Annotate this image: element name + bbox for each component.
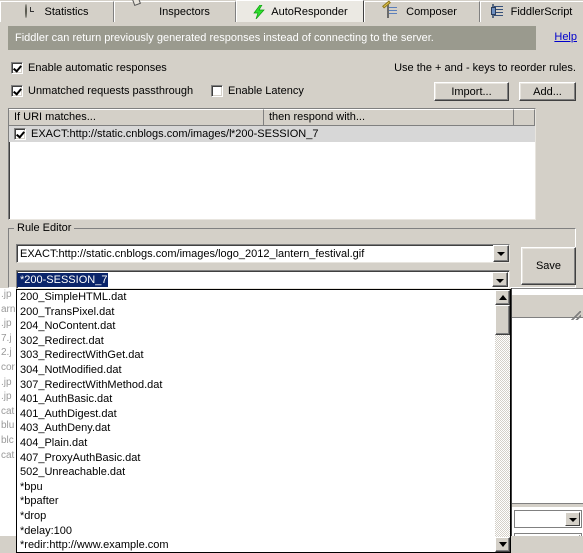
dropdown-item[interactable]: 304_NotModified.dat bbox=[17, 363, 510, 378]
dropdown-item[interactable]: 407_ProxyAuthBasic.dat bbox=[17, 451, 510, 466]
dropdown-item[interactable]: *delay:100 bbox=[17, 524, 510, 539]
checkbox-box bbox=[11, 62, 23, 74]
response-combo[interactable]: *200-SESSION_7 bbox=[16, 270, 510, 289]
reorder-rules-hint: Use the + and - keys to reorder rules. bbox=[394, 62, 576, 74]
background-panel-header bbox=[512, 294, 583, 320]
tab-statistics[interactable]: Statistics bbox=[0, 1, 114, 22]
checkbox-box bbox=[11, 85, 23, 97]
tab-label: Statistics bbox=[44, 6, 89, 18]
rule-editor-title: Rule Editor bbox=[14, 222, 75, 234]
rule-respond-text: *200-SESSION_7 bbox=[231, 128, 319, 140]
table-row[interactable]: EXACT:http://static.cnblogs.com/images/l… bbox=[9, 126, 535, 142]
column-header-spacer bbox=[514, 109, 535, 126]
dropdown-item[interactable]: 204_NoContent.dat bbox=[17, 319, 510, 334]
dropdown-item[interactable]: 401_AuthDigest.dat bbox=[17, 407, 510, 422]
rule-enabled-checkbox[interactable] bbox=[14, 128, 26, 140]
bolt-icon bbox=[252, 4, 266, 19]
enable-latency-checkbox[interactable]: Enable Latency bbox=[211, 85, 304, 97]
tab-fiddlerscript[interactable]: FiddlerScript bbox=[480, 1, 583, 22]
inspector-icon bbox=[140, 5, 154, 19]
checkbox-label: Unmatched requests passthrough bbox=[28, 85, 194, 97]
autoresponder-window: .jp arn .jp 7.j 2.j cor .jp .jp cat blu blc cat Sta… bbox=[0, 0, 583, 553]
info-banner: Fiddler can return previously generated … bbox=[8, 26, 536, 50]
dropdown-item[interactable]: 200_TransPixel.dat bbox=[17, 305, 510, 320]
rules-table-header: If URI matches... then respond with... bbox=[9, 109, 535, 126]
resize-grip-icon bbox=[571, 311, 581, 320]
dropdown-item[interactable]: 404_Plain.dat bbox=[17, 436, 510, 451]
dropdown-scrollbar[interactable] bbox=[495, 289, 511, 553]
help-link[interactable]: Help bbox=[554, 31, 577, 43]
dropdown-item[interactable]: 502_Unreachable.dat bbox=[17, 465, 510, 480]
enable-automatic-responses-checkbox[interactable]: Enable automatic responses bbox=[11, 62, 167, 74]
tab-label: AutoResponder bbox=[271, 5, 348, 18]
tab-inspectors[interactable]: Inspectors bbox=[114, 1, 236, 22]
background-divider bbox=[512, 503, 583, 507]
tab-composer[interactable]: Composer bbox=[364, 1, 480, 22]
main-tab-bar: Statistics Inspectors AutoResponder Comp… bbox=[0, 0, 583, 22]
chevron-down-icon[interactable] bbox=[492, 272, 508, 287]
dropdown-item[interactable]: *bpu bbox=[17, 480, 510, 495]
scrollbar-track[interactable] bbox=[495, 305, 510, 537]
checkbox-label: Enable Latency bbox=[228, 85, 304, 97]
uri-match-combo[interactable]: EXACT:http://static.cnblogs.com/images/l… bbox=[16, 244, 510, 263]
dropdown-item[interactable]: 307_RedirectWithMethod.dat bbox=[17, 378, 510, 393]
dropdown-item[interactable]: *redir:http://www.example.com bbox=[17, 538, 510, 552]
background-combo-1 bbox=[514, 510, 582, 528]
tab-label: FiddlerScript bbox=[510, 6, 573, 18]
response-value: *200-SESSION_7 bbox=[17, 272, 109, 287]
save-button[interactable]: Save bbox=[521, 247, 576, 285]
composer-icon bbox=[387, 4, 401, 19]
dropdown-item[interactable]: *drop bbox=[17, 509, 510, 524]
dropdown-item[interactable]: 401_AuthBasic.dat bbox=[17, 392, 510, 407]
rules-table[interactable]: If URI matches... then respond with... E… bbox=[8, 108, 536, 220]
scroll-up-button[interactable] bbox=[495, 290, 510, 305]
uri-match-value: EXACT:http://static.cnblogs.com/images/l… bbox=[20, 247, 365, 260]
checkbox-box bbox=[211, 85, 223, 97]
column-header-uri[interactable]: If URI matches... bbox=[9, 109, 264, 126]
import-button[interactable]: Import... bbox=[434, 82, 509, 101]
response-dropdown-list[interactable]: 200_SimpleHTML.dat 200_TransPixel.dat 204_… bbox=[16, 289, 511, 553]
tab-label: Inspectors bbox=[159, 6, 210, 18]
background-right-panel bbox=[511, 278, 583, 553]
chevron-down-icon[interactable] bbox=[493, 245, 509, 262]
clock-icon bbox=[25, 4, 39, 19]
scrollbar-thumb[interactable] bbox=[495, 305, 510, 335]
script-icon bbox=[491, 4, 506, 19]
info-banner-text: Fiddler can return previously generated … bbox=[15, 32, 434, 44]
chevron-down-icon bbox=[565, 512, 580, 526]
column-header-respond[interactable]: then respond with... bbox=[264, 109, 514, 126]
tab-label: Composer bbox=[406, 6, 457, 18]
dropdown-item[interactable]: 200_SimpleHTML.dat bbox=[17, 290, 510, 305]
add-button[interactable]: Add... bbox=[519, 82, 576, 101]
rule-match-text: EXACT:http://static.cnblogs.com/images/l… bbox=[31, 128, 231, 140]
unmatched-requests-passthrough-checkbox[interactable]: Unmatched requests passthrough bbox=[11, 85, 193, 97]
dropdown-item[interactable]: 403_AuthDeny.dat bbox=[17, 421, 510, 436]
dropdown-item[interactable]: 303_RedirectWithGet.dat bbox=[17, 348, 510, 363]
dropdown-item[interactable]: 302_Redirect.dat bbox=[17, 334, 510, 349]
tab-autoresponder[interactable]: AutoResponder bbox=[236, 0, 364, 22]
scroll-down-button[interactable] bbox=[495, 537, 510, 552]
dropdown-item[interactable]: *bpafter bbox=[17, 494, 510, 509]
checkbox-label: Enable automatic responses bbox=[28, 62, 167, 74]
